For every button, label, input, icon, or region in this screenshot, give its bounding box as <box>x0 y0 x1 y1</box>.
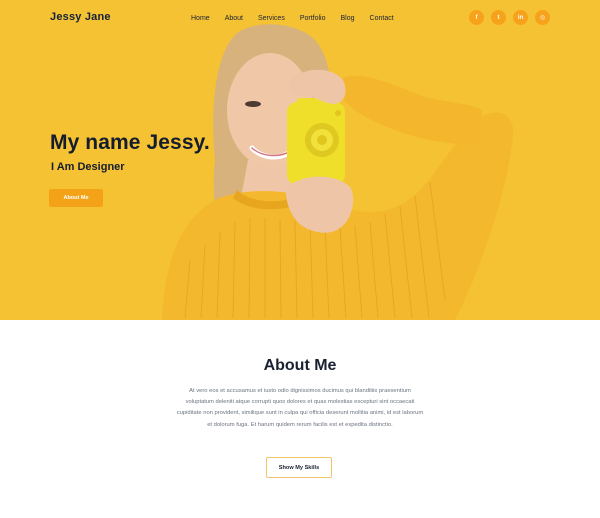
hero-subtitle: I Am Designer <box>51 161 125 173</box>
about-section: About Me At vero eos et accusamus et ius… <box>0 320 600 518</box>
facebook-icon[interactable]: f <box>469 10 484 25</box>
nav-link-blog[interactable]: Blog <box>341 15 355 22</box>
instagram-icon[interactable]: ◎ <box>535 10 550 25</box>
about-heading: About Me <box>263 357 337 374</box>
linkedin-icon[interactable]: in <box>513 10 528 25</box>
nav-link-contact[interactable]: Contact <box>370 15 394 22</box>
twitter-icon[interactable]: t <box>491 10 506 25</box>
nav-link-portfolio[interactable]: Portfolio <box>300 15 326 22</box>
about-me-button[interactable]: About Me <box>49 189 103 207</box>
main-menu: Home About Services Portfolio Blog Conta… <box>191 15 394 22</box>
nav-link-services[interactable]: Services <box>258 15 285 22</box>
page: Jessy Jane Home About Services Portfolio… <box>0 0 600 518</box>
top-navigation: Jessy Jane Home About Services Portfolio… <box>0 0 600 38</box>
nav-link-about[interactable]: About <box>225 15 243 22</box>
show-my-skills-button[interactable]: Show My Skills <box>266 457 332 478</box>
hero-section: Jessy Jane Home About Services Portfolio… <box>0 0 600 320</box>
nav-link-home[interactable]: Home <box>191 15 210 22</box>
social-links: f t in ◎ <box>469 10 550 25</box>
hero-title: My name Jessy. <box>50 131 210 154</box>
about-description: At vero eos et accusamus et iusto odio d… <box>176 388 424 428</box>
hero-photo-illustration <box>0 0 600 320</box>
site-logo-text[interactable]: Jessy Jane <box>50 11 111 23</box>
